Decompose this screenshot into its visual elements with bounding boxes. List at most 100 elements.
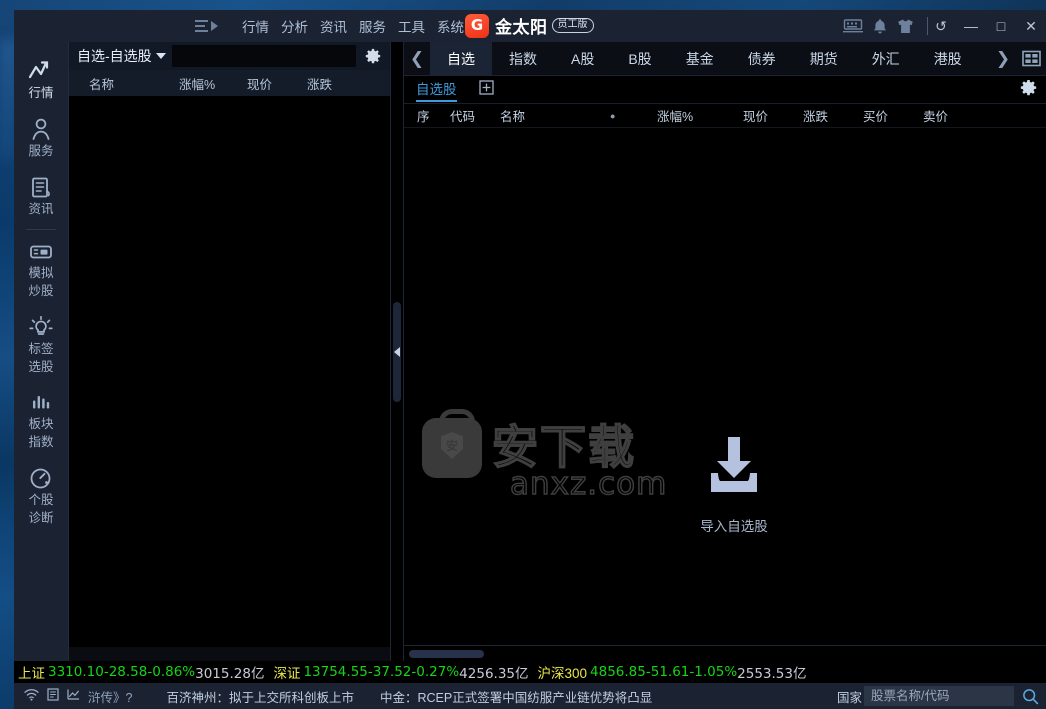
menu-item-hangqing[interactable]: 行情 xyxy=(242,16,269,36)
keyboard-icon[interactable] xyxy=(843,18,863,34)
chevron-left-icon xyxy=(394,346,400,357)
restore-session-button[interactable]: ↺ xyxy=(926,10,956,42)
column-header-change-pct[interactable]: 涨幅% xyxy=(179,74,247,93)
column-header-flag[interactable]: ● xyxy=(610,111,657,121)
maximize-button[interactable]: □ xyxy=(986,10,1016,42)
sidebar-label-biaoqian: 标签 xyxy=(28,342,54,356)
watchlist-rows[interactable] xyxy=(69,96,390,647)
sidebar-item-biaoqian-xuangu[interactable]: 标签 选股 xyxy=(14,307,68,383)
quote-grid[interactable]: 安 安下载 anxz.com 导入自选股 xyxy=(404,128,1046,645)
menu-item-fuwu[interactable]: 服务 xyxy=(359,16,386,36)
search-icon[interactable] xyxy=(1014,688,1046,705)
sidebar-label-xuangu: 选股 xyxy=(28,360,54,374)
import-watchlist-button[interactable]: 导入自选股 xyxy=(674,432,794,535)
column-header-price[interactable]: 现价 xyxy=(247,74,307,93)
watermark-text-en: anxz.com xyxy=(509,465,668,502)
tab-agu[interactable]: A股 xyxy=(554,42,611,75)
sidebar-item-fuwu[interactable]: 服务 xyxy=(14,109,68,167)
menu-item-xitong[interactable]: 系统 xyxy=(437,16,464,36)
sub-tab-bar: 自选股 xyxy=(404,76,1046,104)
watchlist-search-input[interactable] xyxy=(171,45,356,67)
watchlist-title[interactable]: 自选-自选股 xyxy=(69,46,156,66)
edition-badge: 员工版 xyxy=(551,18,594,33)
sidebar-label-fuwu: 服务 xyxy=(28,144,54,158)
news-ticker-item-3[interactable]: 国家 xyxy=(837,687,862,706)
index-value-hushen300: 4856.85 xyxy=(590,664,646,680)
chevron-down-icon[interactable] xyxy=(155,53,166,59)
column-header-change[interactable]: 涨跌 xyxy=(803,106,863,125)
index-percent-shangzheng: -0.86% xyxy=(147,664,196,680)
gear-icon[interactable] xyxy=(356,48,390,64)
scrollbar-thumb[interactable] xyxy=(409,649,484,658)
column-header-seq[interactable]: 序 xyxy=(404,106,450,125)
logo-icon: G xyxy=(465,13,489,38)
index-amount-shangzheng: 3015.28亿 xyxy=(195,666,265,682)
column-header-price[interactable]: 现价 xyxy=(743,106,803,125)
index-amount-hushen300: 2553.53亿 xyxy=(737,666,807,682)
watermark-text-cn: 安下载 xyxy=(491,421,636,474)
collapse-handle[interactable] xyxy=(393,301,401,402)
watchlist-header: 自选-自选股 xyxy=(69,42,390,70)
app-title: 金太阳 xyxy=(495,18,548,37)
tab-zhaiquan[interactable]: 债券 xyxy=(731,42,793,75)
title-bar: 行情 分析 资讯 服务 工具 系统 G 金太阳 员工版 ↺ — □ ✕ xyxy=(14,10,1046,42)
status-bar: 浒传》? 百济神州：拟于上交所科创板上市 中金：RCEP正式签署中国纺服产业链优… xyxy=(14,683,1046,709)
sidebar-item-gegu-zhenduan[interactable]: 个股 诊断 xyxy=(14,458,68,534)
quote-column-headers: 序 代码 名称 ● 涨幅% 现价 涨跌 买价 卖价 xyxy=(404,104,1046,128)
menu-toggle-icon[interactable] xyxy=(195,20,218,32)
tab-zhishu[interactable]: 指数 xyxy=(492,42,554,75)
sidebar-item-zixun[interactable]: 资讯 xyxy=(14,167,68,225)
sidebar-item-bankuai-zhishu[interactable]: 板块 指数 xyxy=(14,383,68,458)
shirt-icon[interactable] xyxy=(897,18,914,35)
wifi-icon[interactable] xyxy=(24,688,39,704)
tab-zixuan[interactable]: 自选 xyxy=(430,42,492,75)
list-icon[interactable] xyxy=(47,688,59,704)
tab-bgu[interactable]: B股 xyxy=(611,42,668,75)
left-rail: 行情 服务 资讯 模拟 炒股 标签 选股 板块 指数 个股 诊断 xyxy=(14,42,68,661)
index-value-shangzheng: 3310.10 xyxy=(48,664,104,680)
watermark-shield-icon: 安 xyxy=(441,432,463,459)
close-button[interactable]: ✕ xyxy=(1016,10,1046,42)
tabs-prev-icon[interactable]: ❮ xyxy=(404,42,430,75)
gear-icon[interactable] xyxy=(1020,79,1037,101)
menu-item-fenxi[interactable]: 分析 xyxy=(281,16,308,36)
news-ticker-item-2[interactable]: 中金：RCEP正式签署中国纺服产业链优势将凸显 xyxy=(380,687,652,706)
sidebar-label-hangqing: 行情 xyxy=(28,86,54,100)
menu-item-zixun[interactable]: 资讯 xyxy=(320,16,347,36)
column-header-code[interactable]: 代码 xyxy=(450,106,500,125)
panel-splitter[interactable] xyxy=(390,42,404,661)
tab-waihui[interactable]: 外汇 xyxy=(855,42,917,75)
column-header-name[interactable]: 名称 xyxy=(500,106,610,125)
tab-ganggu[interactable]: 港股 xyxy=(917,42,979,75)
subtab-zixuangu[interactable]: 自选股 xyxy=(416,78,457,102)
index-name-hushen300[interactable]: 沪深300 xyxy=(538,662,588,682)
column-header-name[interactable]: 名称 xyxy=(69,74,179,93)
sidebar-item-moni-chaogu[interactable]: 模拟 炒股 xyxy=(14,232,68,307)
chart-icon[interactable] xyxy=(67,688,80,704)
tabs-next-icon[interactable]: ❯ xyxy=(990,42,1016,75)
index-change-hushen300: -51.61 xyxy=(645,664,690,680)
column-header-bid[interactable]: 买价 xyxy=(863,106,923,125)
stock-search-input[interactable] xyxy=(864,686,1014,706)
column-header-change-pct[interactable]: 涨幅% xyxy=(657,106,743,125)
gauge-icon xyxy=(29,467,53,490)
minimize-button[interactable]: — xyxy=(956,10,986,42)
add-tab-icon[interactable] xyxy=(478,79,494,100)
tab-jijin[interactable]: 基金 xyxy=(669,42,731,75)
bell-icon[interactable] xyxy=(872,18,888,35)
status-mini-text[interactable]: 浒传》? xyxy=(88,687,132,706)
grid-layout-icon[interactable] xyxy=(1016,42,1046,75)
menu-item-gongju[interactable]: 工具 xyxy=(398,16,425,36)
bar-chart-icon xyxy=(29,392,53,414)
app-logo: G 金太阳 员工版 xyxy=(465,13,594,38)
index-name-shangzheng[interactable]: 上证 xyxy=(18,662,45,682)
index-name-shenzheng[interactable]: 深证 xyxy=(273,662,300,682)
horizontal-scrollbar[interactable] xyxy=(404,645,1046,661)
bulb-icon xyxy=(29,316,53,339)
news-ticker-item-1[interactable]: 百济神州：拟于上交所科创板上市 xyxy=(166,687,354,706)
chart-line-icon xyxy=(28,61,54,83)
column-header-change[interactable]: 涨跌 xyxy=(307,74,367,93)
tab-qihuo[interactable]: 期货 xyxy=(793,42,855,75)
column-header-ask[interactable]: 卖价 xyxy=(923,106,983,125)
sidebar-item-hangqing[interactable]: 行情 xyxy=(14,52,68,109)
